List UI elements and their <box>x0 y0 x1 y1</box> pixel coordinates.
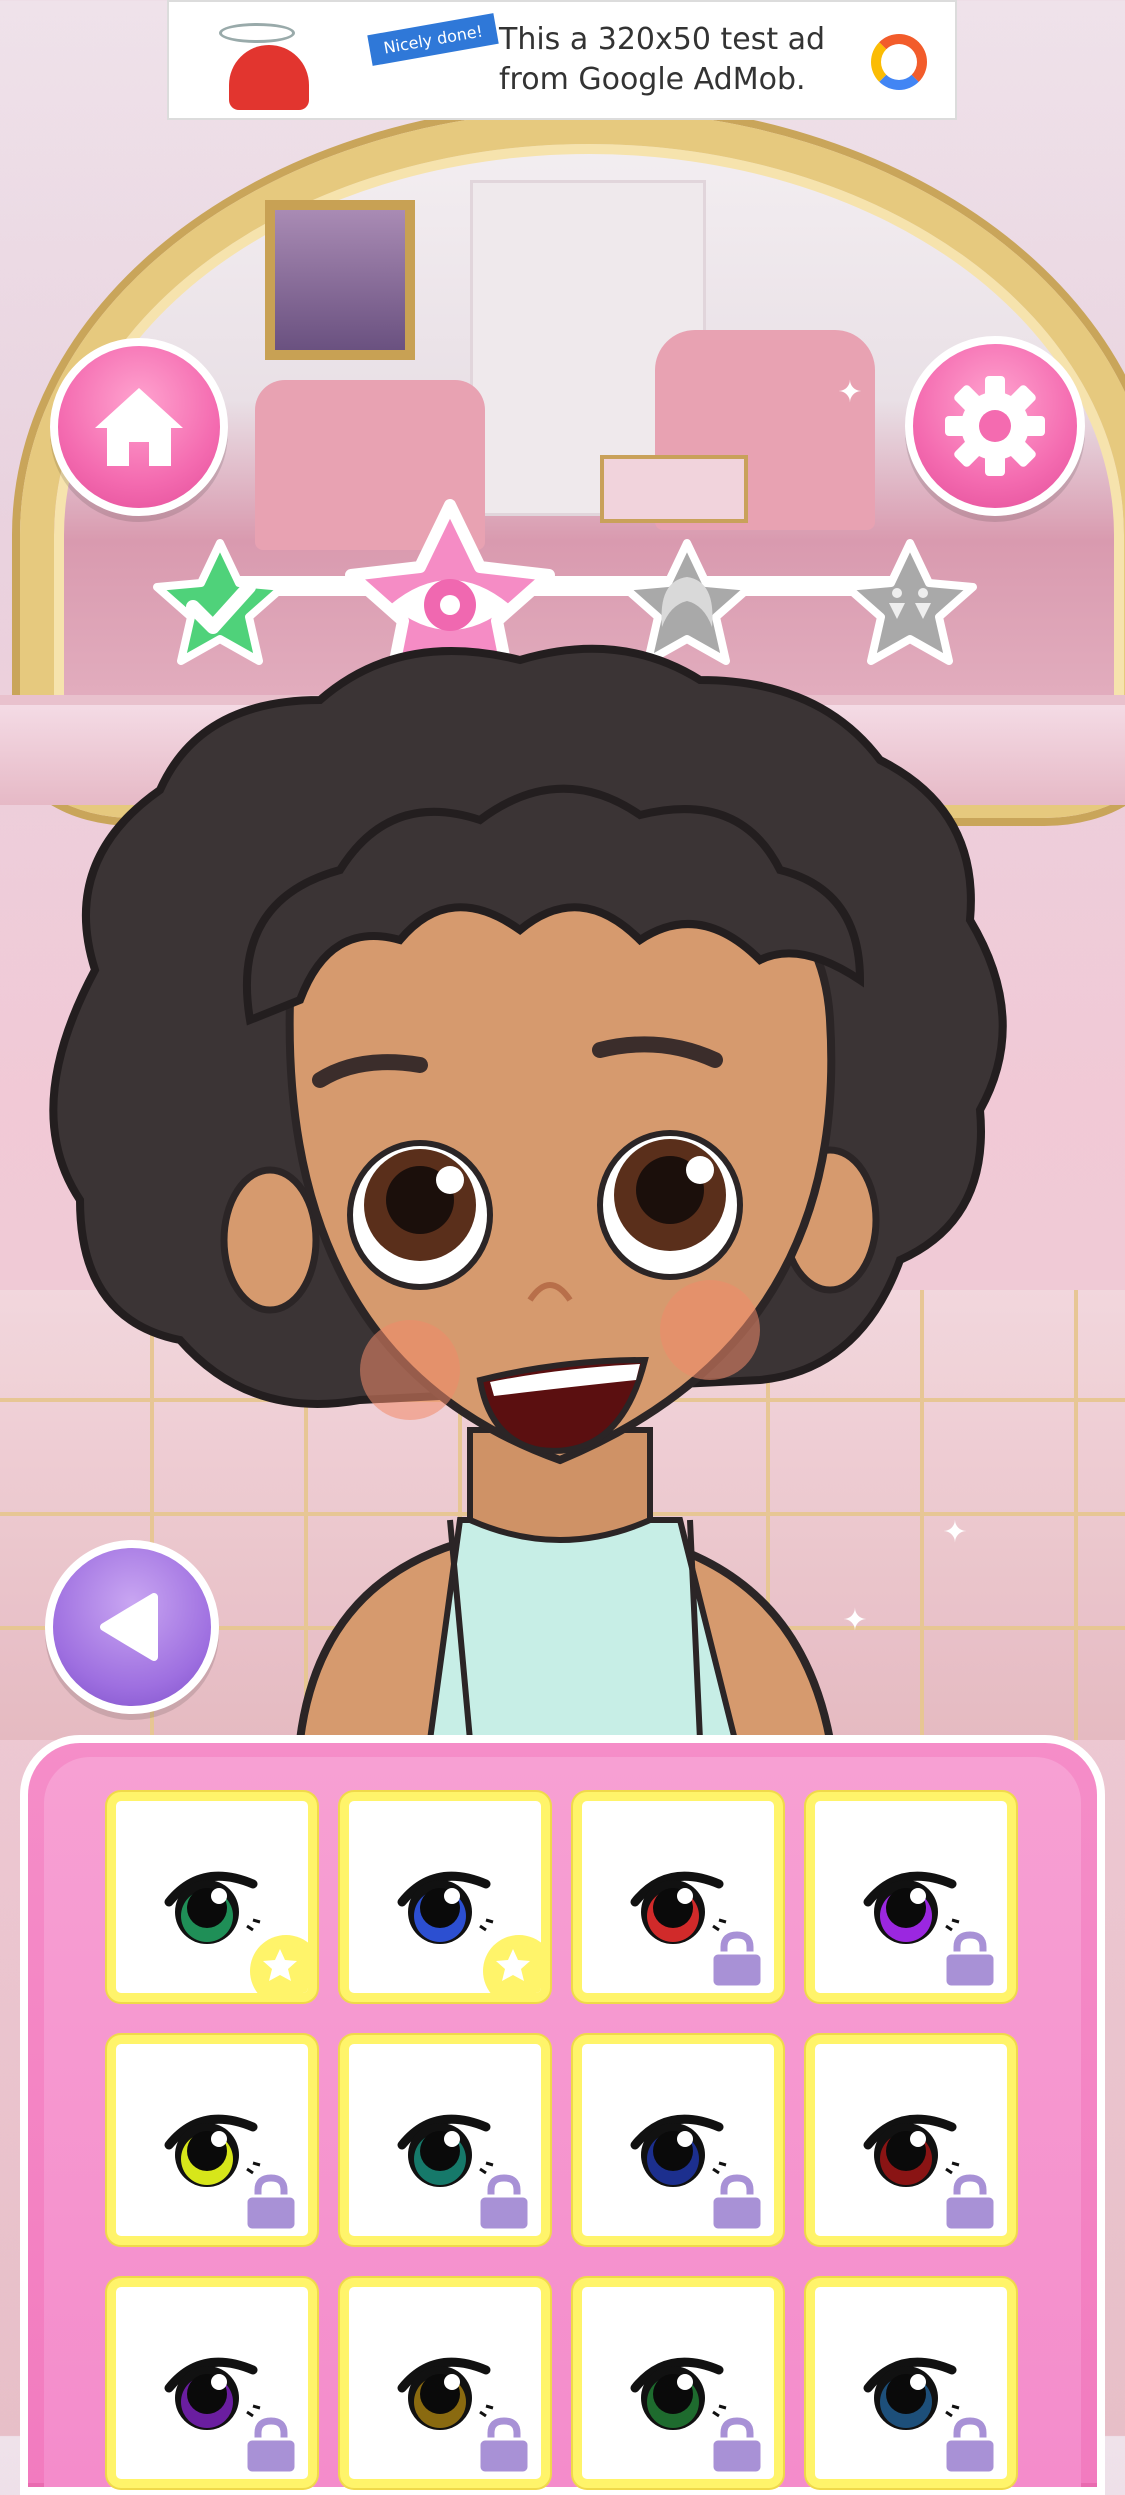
settings-button[interactable] <box>905 336 1085 516</box>
eye-option[interactable] <box>107 2278 317 2488</box>
coffee-table <box>600 455 748 523</box>
eye-option[interactable] <box>573 2035 783 2245</box>
eye-option[interactable] <box>806 1792 1016 2002</box>
lock-icon <box>943 2417 997 2475</box>
lock-icon <box>710 1931 764 1989</box>
ad-tag: Nicely done! <box>367 13 500 66</box>
eye-option[interactable] <box>107 2035 317 2245</box>
eye-option[interactable] <box>573 1792 783 2002</box>
star-badge-icon <box>483 1935 541 1993</box>
ad-text-line1: This a 320x50 test ad <box>499 22 826 57</box>
monster-icon <box>229 45 309 110</box>
eye-option[interactable] <box>107 1792 317 2002</box>
eye-option[interactable] <box>340 1792 550 2002</box>
ad-banner[interactable]: Nicely done! This a 320x50 test ad from … <box>167 0 957 120</box>
house-icon <box>95 388 183 466</box>
star-badge-icon <box>250 1935 308 1993</box>
eye-option[interactable] <box>573 2278 783 2488</box>
eye-option[interactable] <box>806 2035 1016 2245</box>
admob-logo-icon <box>871 34 927 90</box>
lock-icon <box>943 2174 997 2232</box>
lock-icon <box>710 2174 764 2232</box>
eye-option[interactable] <box>806 2278 1016 2488</box>
back-button[interactable] <box>45 1540 219 1714</box>
lock-icon <box>244 2174 298 2232</box>
home-button[interactable] <box>50 338 228 516</box>
lock-icon <box>244 2417 298 2475</box>
triangle-left-icon <box>100 1593 158 1661</box>
eye-option[interactable] <box>340 2278 550 2488</box>
ad-text-line2: from Google AdMob. <box>499 62 806 97</box>
lock-icon <box>477 2417 531 2475</box>
ad-text: This a 320x50 test ad from Google AdMob. <box>499 20 825 100</box>
sparkle-icon: ✦ <box>837 375 863 410</box>
gear-icon <box>945 376 1045 476</box>
lock-icon <box>477 2174 531 2232</box>
halo-icon <box>219 23 295 43</box>
eye-option[interactable] <box>340 2035 550 2245</box>
ad-image <box>199 5 379 115</box>
painting <box>265 200 415 360</box>
lock-icon <box>710 2417 764 2475</box>
lock-icon <box>943 1931 997 1989</box>
